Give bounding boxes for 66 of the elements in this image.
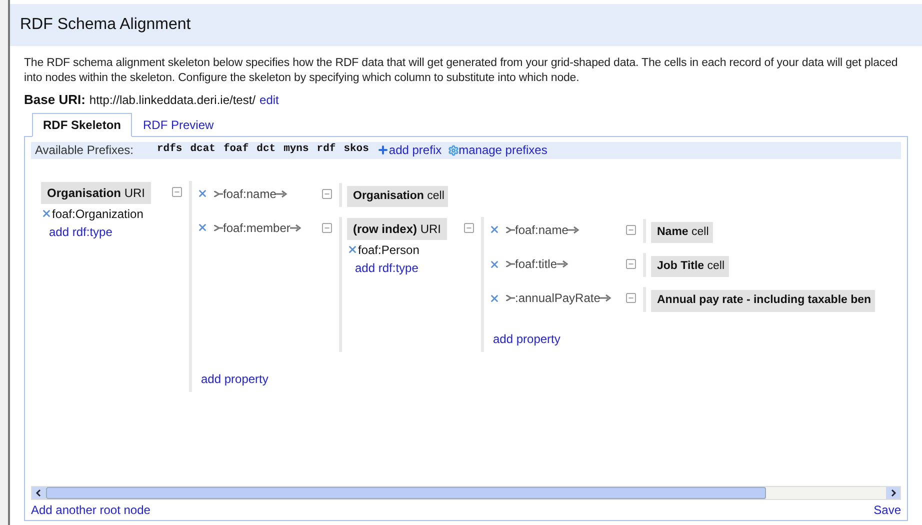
prefixes-label: Available Prefixes: (35, 142, 134, 159)
rdf-type: foaf:Organization (52, 206, 144, 222)
remove-icon[interactable] (489, 258, 500, 270)
add-type-link[interactable]: add rdf:type (355, 258, 459, 277)
property-start-icon (214, 190, 223, 196)
node-label[interactable]: Job Title cell (651, 256, 729, 278)
property-name[interactable]: :annualPayRate (515, 289, 600, 308)
horizontal-scrollbar[interactable] (31, 486, 901, 500)
add-type-link[interactable]: add rdf:type (49, 222, 167, 240)
settings-icon[interactable] (448, 144, 459, 156)
scrollbar-thumb[interactable] (46, 487, 766, 499)
collapse-icon[interactable] (171, 186, 183, 198)
collapse-icon[interactable] (321, 188, 333, 200)
arrow-icon (290, 224, 302, 232)
manage-prefixes-link[interactable]: manage prefixes (458, 141, 548, 159)
prefix: dcat (190, 142, 216, 158)
save-link[interactable]: Save (874, 501, 901, 519)
remove-icon[interactable] (197, 222, 208, 234)
base-uri-value: http://lab.linkeddata.deri.ie/test/ (89, 92, 256, 109)
scroll-right-icon[interactable] (886, 487, 900, 499)
arrow-icon (276, 190, 288, 198)
property-start-icon (506, 261, 515, 267)
remove-icon[interactable] (347, 244, 358, 256)
collapse-icon[interactable] (625, 258, 637, 270)
base-uri-label: Base URI: (24, 91, 86, 109)
add-prefix-link[interactable]: add prefix (388, 141, 442, 159)
scroll-left-icon[interactable] (32, 487, 46, 499)
node-label[interactable]: Annual pay rate - including taxable ben (651, 290, 876, 312)
add-property-link[interactable]: add property (493, 330, 763, 348)
collapse-icon[interactable] (463, 222, 475, 234)
add-icon[interactable] (376, 144, 389, 156)
property-name[interactable]: foaf:title (515, 255, 558, 273)
tab[interactable]: RDF Skeleton (32, 112, 132, 136)
node-label[interactable]: (row index) URI (347, 218, 448, 240)
property-name[interactable]: foaf:member (223, 218, 290, 237)
arrow-icon (600, 294, 612, 302)
collapse-icon[interactable] (625, 292, 637, 304)
node-label[interactable]: Organisation URI (41, 182, 152, 204)
prefix: foaf (223, 142, 249, 158)
intro-text: The RDF schema alignment skeleton below specifies how the RDF data that will get generated from your grid-shaped data. The cells in each record of your data will get placed into nodes within the skeleton. Configure the skeleton by specifying which column to substitute into which node. (24, 56, 899, 86)
add-root-node-link[interactable]: Add another root node (31, 501, 150, 519)
edit-link[interactable]: edit (260, 91, 279, 109)
node-label[interactable]: Name cell (651, 222, 713, 243)
prefix: myns (284, 142, 309, 158)
prefix: rdf (316, 142, 336, 158)
property-start-icon (506, 295, 515, 302)
prefix: rdfs (157, 142, 182, 158)
property-name[interactable]: foaf:name (515, 220, 568, 239)
arrow-icon (568, 226, 580, 234)
rdf-type: foaf:Person (358, 242, 420, 259)
arrow-icon (557, 260, 570, 268)
window-title: RDF Schema Alignment (20, 15, 191, 35)
remove-icon[interactable] (41, 208, 52, 219)
tab[interactable]: RDF Preview (132, 112, 225, 136)
collapse-icon[interactable] (321, 222, 333, 234)
property-start-icon (506, 226, 515, 233)
property-name[interactable]: foaf:name (223, 184, 276, 202)
prefix: dct (256, 142, 276, 158)
remove-icon[interactable] (489, 292, 500, 304)
node-label[interactable]: Organisation cell (347, 186, 448, 207)
remove-icon[interactable] (197, 188, 208, 199)
prefix: skos (344, 142, 369, 158)
remove-icon[interactable] (489, 224, 500, 236)
collapse-icon[interactable] (625, 224, 637, 236)
property-start-icon (214, 224, 223, 231)
add-property-link[interactable]: add property (201, 370, 763, 388)
